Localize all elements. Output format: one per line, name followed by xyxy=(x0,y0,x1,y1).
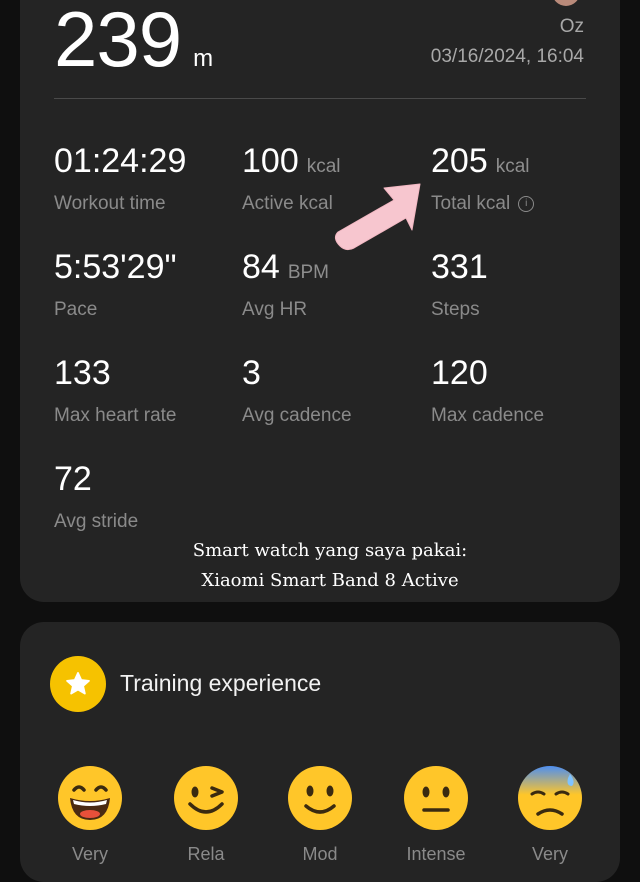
star-icon xyxy=(66,672,90,695)
training-experience-card: Training experience Very Rela Mod Intens… xyxy=(20,622,620,882)
stat-label: Total kcal xyxy=(431,193,511,214)
stat-avg-stride: 72 Avg stride xyxy=(54,460,138,533)
stat-max-heart-rate: 133 Max heart rate xyxy=(54,354,177,427)
divider xyxy=(54,98,586,99)
anxious-sweat-face-icon[interactable] xyxy=(516,764,584,832)
stat-value: 331 xyxy=(431,248,488,286)
pointer-arrow-icon xyxy=(334,183,421,251)
stat-label: Avg stride xyxy=(54,511,139,532)
info-icon[interactable]: i xyxy=(518,196,535,212)
stat-unit: kcal xyxy=(495,156,530,177)
stat-label: Max cadence xyxy=(431,405,545,426)
stat-value: 3 xyxy=(242,354,261,392)
distance-unit: m xyxy=(193,45,214,72)
distance-display: 239 m xyxy=(54,0,213,85)
distance-value: 239 xyxy=(54,0,182,83)
stat-avg-cadence: 3 Avg cadence xyxy=(242,354,352,427)
stat-active-kcal: 100 kcal Active kcal xyxy=(242,142,341,215)
stat-label: Avg HR xyxy=(242,299,308,320)
winking-face-icon[interactable] xyxy=(172,764,240,832)
stat-value: 133 xyxy=(54,354,111,392)
stat-avg-hr: 84 BPM Avg HR xyxy=(242,248,329,321)
smiling-face-icon[interactable] xyxy=(286,764,354,832)
star-badge-icon xyxy=(50,656,106,712)
stat-workout-time: 01:24:29 Workout time xyxy=(54,142,186,215)
caption-line: Smart watch yang saya pakai: xyxy=(192,540,468,561)
stat-label: Max heart rate xyxy=(54,405,177,426)
stat-value: 72 xyxy=(54,460,92,498)
stat-label: Avg cadence xyxy=(242,405,352,426)
rating-label: Intense xyxy=(406,844,466,864)
workout-summary-card: 239 m Oz 03/16/2024, 16:04 01:24:29 Work… xyxy=(20,0,620,602)
rating-label: Rela xyxy=(187,844,225,864)
stat-value: 01:24:29 xyxy=(54,142,187,180)
user-avatar[interactable] xyxy=(552,0,580,6)
stat-value: 120 xyxy=(431,354,488,392)
stat-value: 5:53'29" xyxy=(54,248,177,286)
stat-unit: kcal xyxy=(306,156,341,177)
rating-label: Mod xyxy=(302,844,338,864)
caption-line: Xiaomi Smart Band 8 Active xyxy=(201,570,459,591)
stat-value: 205 xyxy=(431,142,488,180)
stat-label: Pace xyxy=(54,299,98,320)
overlay-caption: Smart watch yang saya pakai: Xiaomi Smar… xyxy=(180,536,480,596)
training-experience-title: Training experience xyxy=(120,670,322,696)
stat-value: 84 xyxy=(242,248,280,286)
stat-steps: 331 Steps xyxy=(431,248,488,321)
stat-unit: BPM xyxy=(287,262,330,283)
user-name: Oz xyxy=(559,16,584,37)
stat-label: Steps xyxy=(431,299,480,320)
stat-label: Workout time xyxy=(54,193,166,214)
stat-label: Active kcal xyxy=(242,193,333,214)
neutral-face-icon[interactable] xyxy=(402,764,470,832)
workout-datetime: 03/16/2024, 16:04 xyxy=(430,46,584,67)
rating-label: Very xyxy=(531,844,569,864)
rating-label: Very xyxy=(71,844,109,864)
grinning-face-icon[interactable] xyxy=(56,764,124,832)
stat-value: 100 xyxy=(242,142,299,180)
stat-max-cadence: 120 Max cadence xyxy=(431,354,544,427)
stat-total-kcal: 205 kcal Total kcal i xyxy=(431,142,535,215)
stat-pace: 5:53'29" Pace xyxy=(54,248,177,321)
